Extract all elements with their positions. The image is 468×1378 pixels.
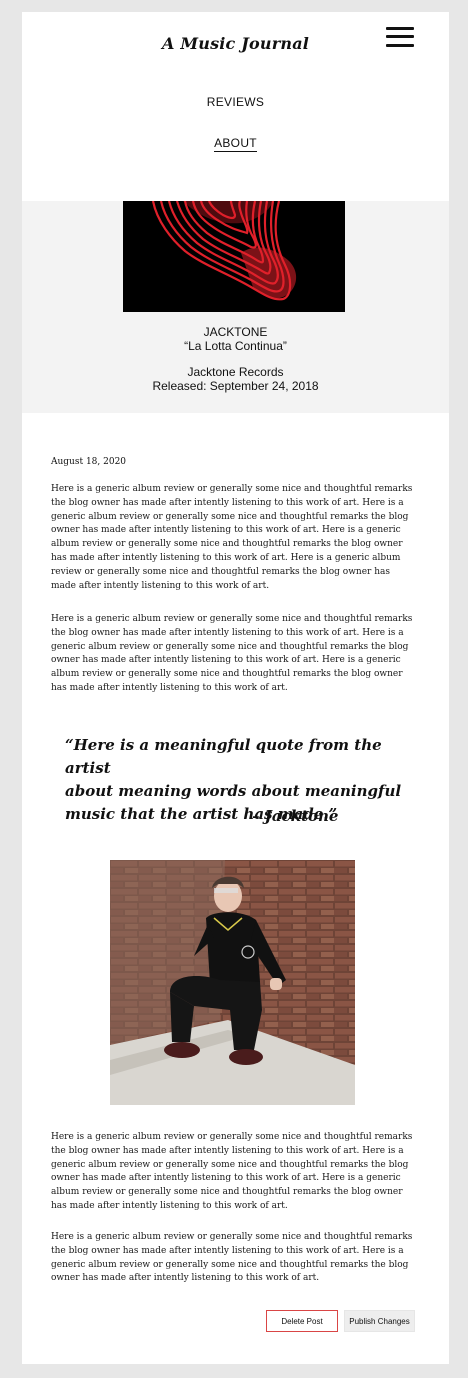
review-paragraph: Here is a generic album review or genera… — [51, 484, 413, 591]
album-release-date: Released: September 24, 2018 — [152, 379, 319, 393]
nav-item-label[interactable]: ABOUT — [214, 136, 257, 152]
quote-attribution: – Jacktone — [252, 807, 339, 825]
artist-quote: “Here is a meaningful quote from the art… — [65, 736, 402, 823]
review-paragraph: Here is a generic album review or genera… — [51, 1232, 413, 1284]
post-date: August 18, 2020 — [51, 457, 127, 467]
album-info-section: JACKTONE “La Lotta Continua” Jacktone Re… — [22, 201, 449, 413]
delete-post-button[interactable]: Delete Post — [266, 1310, 338, 1332]
album-label: Jacktone Records — [187, 365, 284, 379]
publish-changes-button[interactable]: Publish Changes — [344, 1310, 415, 1332]
album-title: “La Lotta Continua” — [184, 339, 287, 353]
hamburger-menu-icon[interactable] — [384, 25, 416, 49]
album-artist: JACKTONE — [203, 325, 268, 339]
artist-photo — [110, 860, 355, 1105]
nav-item-reviews[interactable]: REVIEWS — [22, 95, 449, 109]
nav-item-label[interactable]: REVIEWS — [207, 95, 264, 109]
album-cover-art — [123, 201, 345, 312]
nav-item-about[interactable]: ABOUT — [22, 136, 449, 152]
page-container: A Music Journal REVIEWS ABOUT JACKTONE “… — [22, 12, 449, 1364]
review-paragraph: Here is a generic album review or genera… — [51, 614, 413, 693]
review-paragraph: Here is a generic album review or genera… — [51, 1132, 413, 1211]
